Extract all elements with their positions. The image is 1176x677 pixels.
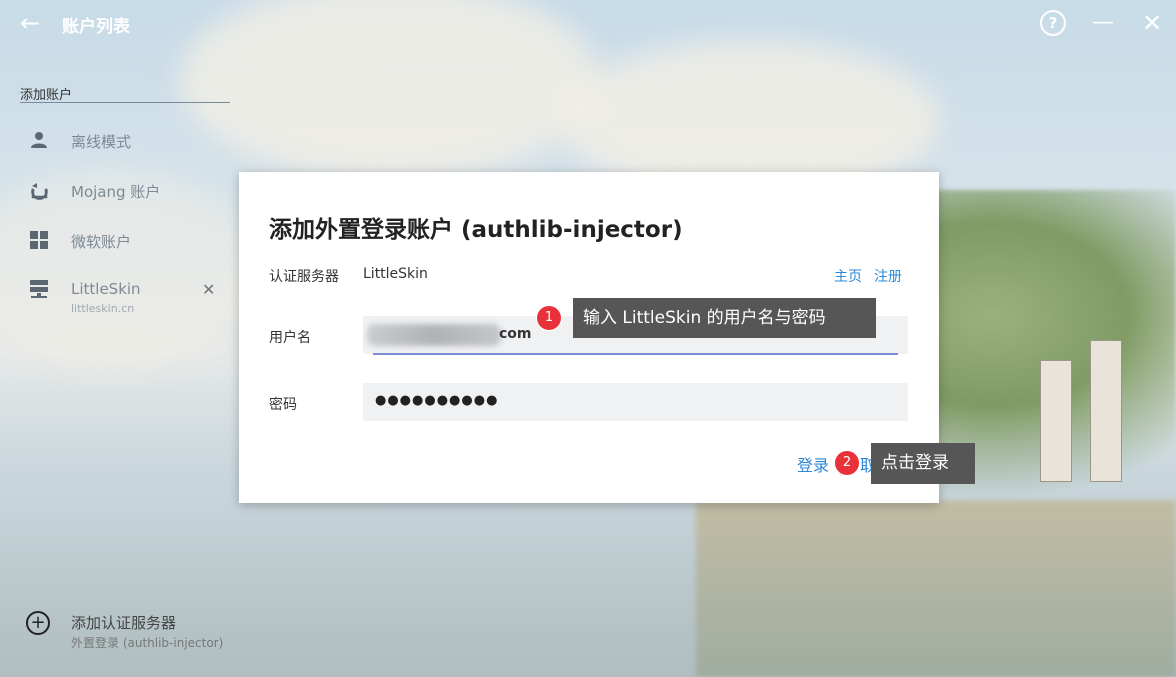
- login-button[interactable]: 登录: [797, 452, 829, 476]
- server-value: LittleSkin: [363, 266, 428, 282]
- add-account-heading: 添加账户: [20, 88, 73, 103]
- close-button[interactable]: ✕: [1137, 8, 1167, 38]
- plus-circle-icon: +: [26, 611, 50, 635]
- focus-underline: [373, 353, 898, 355]
- minimize-icon: —: [1092, 10, 1114, 35]
- help-circle-icon: ?: [1040, 10, 1066, 36]
- step-badge-1: 1: [536, 305, 562, 331]
- title-bar: ← 账户列表 ? — ✕: [0, 0, 1176, 46]
- sidebar-item-mojang[interactable]: Mojang 账户: [0, 171, 236, 211]
- sidebar-item-microsoft[interactable]: 微软账户: [0, 221, 236, 261]
- sidebar-item-littleskin[interactable]: LittleSkin littleskin.cn ✕: [0, 270, 236, 315]
- redacted-text: [367, 324, 501, 346]
- arrow-left-icon: ←: [19, 9, 41, 37]
- password-label: 密码: [269, 397, 297, 413]
- sidebar-item-label: LittleSkin: [71, 280, 141, 298]
- register-link[interactable]: 注册: [874, 266, 902, 286]
- mojang-icon: [28, 180, 50, 202]
- user-icon: [28, 130, 50, 152]
- annotation-tooltip-2: 点击登录: [871, 443, 975, 484]
- server-label: 认证服务器: [269, 269, 339, 285]
- minimize-button[interactable]: —: [1088, 8, 1118, 38]
- step-badge-2: 2: [834, 450, 860, 476]
- page-title: 账户列表: [62, 17, 130, 37]
- sidebar: 添加账户 离线模式 Mojang 账户 微软账户 LittleSkin litt…: [0, 46, 236, 677]
- tree-trunk: [1090, 340, 1122, 482]
- tree-trunk: [1040, 360, 1072, 482]
- home-link[interactable]: 主页: [834, 266, 862, 286]
- sidebar-item-label: 离线模式: [71, 133, 132, 151]
- annotation-tooltip-1: 输入 LittleSkin 的用户名与密码: [573, 298, 876, 338]
- add-auth-server-button[interactable]: + 添加认证服务器 外置登录 (authlib-injector): [0, 601, 236, 651]
- password-value: ●●●●●●●●●●: [375, 393, 499, 408]
- sidebar-item-label: 微软账户: [71, 233, 132, 251]
- remove-server-icon[interactable]: ✕: [202, 280, 215, 299]
- water-reflection: [696, 500, 1176, 677]
- close-icon: ✕: [1141, 9, 1163, 37]
- password-field[interactable]: ●●●●●●●●●●: [363, 383, 908, 421]
- username-label: 用户名: [269, 330, 311, 346]
- sidebar-item-offline[interactable]: 离线模式: [0, 121, 236, 161]
- windows-icon: [28, 230, 50, 252]
- back-button[interactable]: ←: [14, 8, 46, 38]
- dialog-title: 添加外置登录账户 (authlib-injector): [269, 217, 683, 243]
- sidebar-item-sublabel: littleskin.cn: [71, 302, 135, 315]
- server-icon: [28, 279, 50, 301]
- username-value: com: [499, 326, 532, 342]
- add-server-sublabel: 外置登录 (authlib-injector): [71, 636, 224, 650]
- divider: [20, 102, 230, 103]
- sidebar-item-label: Mojang 账户: [71, 183, 161, 201]
- add-server-label: 添加认证服务器: [71, 614, 177, 632]
- help-button[interactable]: ?: [1038, 8, 1068, 38]
